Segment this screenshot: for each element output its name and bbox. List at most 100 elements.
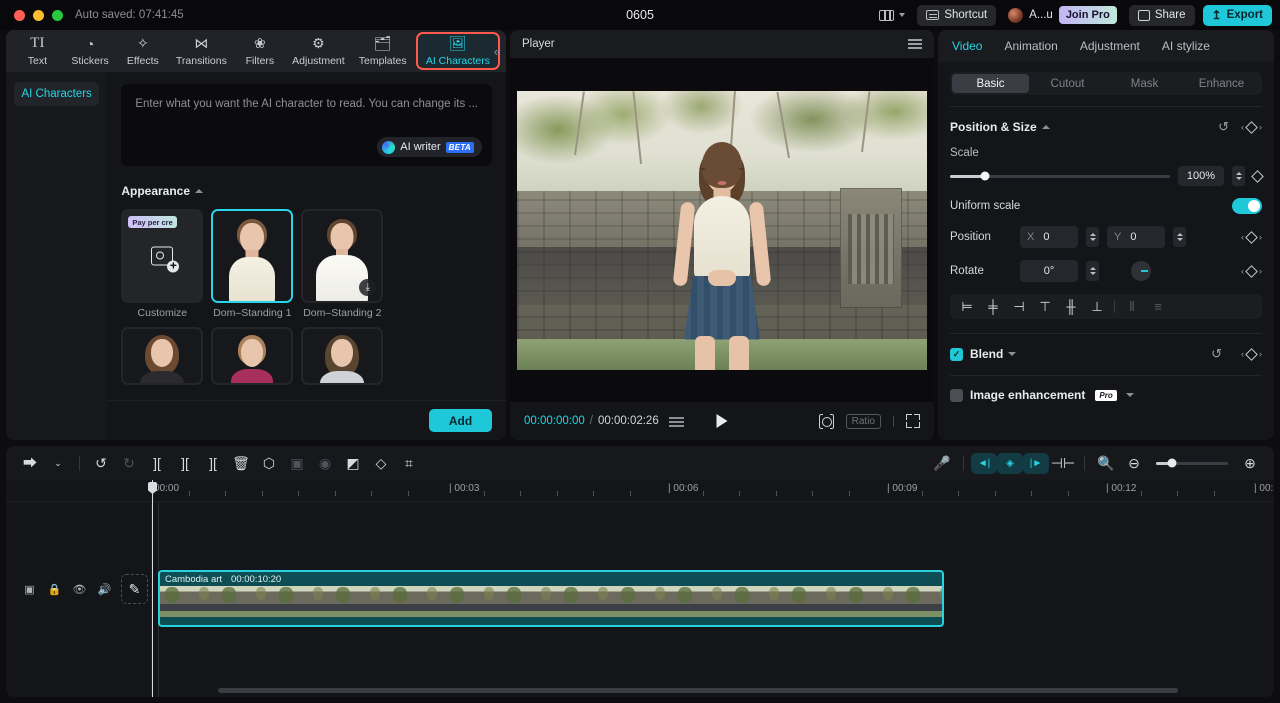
marker-icon[interactable]: ⬡ xyxy=(255,451,283,475)
add-keyframe-icon[interactable]: ◈ xyxy=(997,453,1023,474)
horizontal-scrollbar[interactable] xyxy=(158,688,1254,693)
tab-text[interactable]: TI Text xyxy=(12,32,63,70)
character-card-customize[interactable]: Pay per cre Customize xyxy=(121,209,203,319)
voiceover-mic-icon[interactable]: 🎤 xyxy=(928,451,956,475)
ai-writer-button[interactable]: AI writer BETA xyxy=(377,137,482,157)
volume-icon[interactable]: 🔊 xyxy=(97,582,112,597)
character-thumb[interactable] xyxy=(121,327,203,385)
snapshot-icon[interactable] xyxy=(819,414,834,429)
blend-keyframe[interactable]: ‹› xyxy=(1241,349,1262,359)
character-thumb[interactable] xyxy=(301,327,383,385)
character-card-standing-2[interactable]: ⤓ Dom–Standing 2 xyxy=(301,209,383,319)
freeze-frame-icon[interactable]: ▣ xyxy=(283,451,311,475)
uniform-scale-toggle[interactable] xyxy=(1232,198,1262,214)
character-card-4[interactable] xyxy=(121,327,203,385)
split-clip-icon[interactable]: ⊣⊢ xyxy=(1049,451,1077,475)
prev-keyframe-icon[interactable]: ◄| xyxy=(971,453,997,474)
scale-stepper[interactable] xyxy=(1232,166,1245,186)
sidebar-item-ai-characters[interactable]: AI Characters xyxy=(14,82,99,106)
tab-effects[interactable]: ✧ Effects xyxy=(117,32,168,70)
align-middle-v-icon[interactable]: ╫ xyxy=(1058,296,1084,317)
close-window-button[interactable] xyxy=(14,10,25,21)
image-enhancement-title-wrap[interactable]: Image enhancement Pro xyxy=(970,388,1134,402)
trim-right-icon[interactable]: ][ xyxy=(199,451,227,475)
zoom-to-fit-icon[interactable]: 🔍 xyxy=(1092,451,1120,475)
subtab-mask[interactable]: Mask xyxy=(1106,74,1183,93)
lock-icon[interactable]: 🔒 xyxy=(47,582,62,597)
delete-icon[interactable]: 🗑 xyxy=(227,451,255,475)
align-center-h-icon[interactable]: ╪ xyxy=(980,296,1006,317)
undo-icon[interactable]: ↺ xyxy=(87,451,115,475)
rotate-field[interactable]: 0° xyxy=(1020,260,1078,282)
character-card-standing-1[interactable]: Dom–Standing 1 xyxy=(211,209,293,319)
shortcut-button[interactable]: Shortcut xyxy=(917,5,996,26)
collapse-panel-icon[interactable]: « xyxy=(494,44,501,59)
subtab-enhance[interactable]: Enhance xyxy=(1183,74,1260,93)
ratio-button[interactable]: Ratio xyxy=(846,414,881,429)
align-top-icon[interactable]: ⊤ xyxy=(1032,296,1058,317)
blend-title-wrap[interactable]: Blend xyxy=(970,347,1016,361)
blend-checkbox[interactable]: ✓ xyxy=(950,348,963,361)
position-keyframe[interactable]: ‹› xyxy=(1241,232,1262,242)
add-button[interactable]: Add xyxy=(429,409,492,432)
align-right-icon[interactable]: ⊣ xyxy=(1006,296,1032,317)
rotate-keyframe[interactable]: ‹› xyxy=(1241,266,1262,276)
rotate-icon[interactable]: ◇ xyxy=(367,451,395,475)
split-icon[interactable]: ][ xyxy=(143,451,171,475)
position-size-title-wrap[interactable]: Position & Size xyxy=(950,120,1050,134)
redo-icon[interactable]: ↻ xyxy=(115,451,143,475)
subtab-cutout[interactable]: Cutout xyxy=(1029,74,1106,93)
position-y-stepper[interactable] xyxy=(1173,227,1186,247)
tab-stickers[interactable]: ◔ Stickers xyxy=(65,32,116,70)
next-keyframe-icon[interactable]: |► xyxy=(1023,453,1049,474)
position-y-field[interactable]: Y 0 xyxy=(1107,226,1165,248)
align-left-icon[interactable]: ⊨ xyxy=(954,296,980,317)
share-button[interactable]: Share xyxy=(1129,5,1195,26)
scale-slider[interactable] xyxy=(950,175,1170,178)
tab-video[interactable]: Video xyxy=(952,39,982,53)
minimize-window-button[interactable] xyxy=(33,10,44,21)
distribute-v-icon[interactable]: ≡ xyxy=(1145,296,1171,317)
join-pro-badge[interactable]: Join Pro xyxy=(1059,6,1117,24)
select-dropdown-icon[interactable]: ⌄ xyxy=(44,451,72,475)
playhead[interactable] xyxy=(152,480,153,697)
reset-icon[interactable]: ↺ xyxy=(1218,119,1229,135)
play-icon[interactable] xyxy=(717,414,728,428)
keyframe-control[interactable]: ‹› xyxy=(1241,122,1262,132)
select-tool-icon[interactable]: ⮕ xyxy=(16,451,44,475)
zoom-in-icon[interactable]: ⊕ xyxy=(1236,451,1264,475)
tab-templates[interactable]: 🗂 Templates xyxy=(352,32,414,70)
hamburger-icon[interactable] xyxy=(908,39,922,49)
zoom-slider[interactable] xyxy=(1156,462,1228,465)
character-thumb[interactable] xyxy=(211,327,293,385)
trim-left-icon[interactable]: ][ xyxy=(171,451,199,475)
fullscreen-icon[interactable] xyxy=(906,414,920,428)
tab-ai-stylize[interactable]: AI stylize xyxy=(1162,39,1210,53)
video-preview[interactable] xyxy=(517,91,927,370)
account-button[interactable]: A...u Join Pro xyxy=(1004,5,1121,26)
timeline-clip[interactable]: Cambodia art 00:00:10:20 xyxy=(158,570,944,627)
character-thumb[interactable]: ⤓ xyxy=(301,209,383,303)
position-x-field[interactable]: X 0 xyxy=(1020,226,1078,248)
character-card-6[interactable] xyxy=(301,327,383,385)
pencil-icon[interactable]: ✎ xyxy=(121,574,148,604)
position-x-stepper[interactable] xyxy=(1086,227,1099,247)
window-controls[interactable]: Auto saved: 07:41:45 xyxy=(0,9,184,21)
subtab-basic[interactable]: Basic xyxy=(952,74,1029,93)
character-thumb[interactable] xyxy=(211,209,293,303)
distribute-h-icon[interactable]: ⦀ xyxy=(1119,296,1145,317)
script-input-box[interactable]: Enter what you want the AI character to … xyxy=(121,84,492,166)
eye-icon[interactable]: 👁 xyxy=(72,582,87,597)
appearance-section-header[interactable]: Appearance xyxy=(121,184,492,198)
rotate-dial[interactable] xyxy=(1131,261,1151,281)
maximize-window-button[interactable] xyxy=(52,10,63,21)
tab-animation[interactable]: Animation xyxy=(1004,39,1057,53)
align-bottom-icon[interactable]: ⊥ xyxy=(1084,296,1110,317)
tab-adjustment[interactable]: Adjustment xyxy=(1080,39,1140,53)
scale-keyframe[interactable] xyxy=(1253,172,1262,181)
reset-icon[interactable]: ↺ xyxy=(1211,346,1222,362)
timeline-ruler[interactable]: 00:00 | 00:03 | 00:06 | 00:09 | 00:12 | … xyxy=(6,480,1274,502)
tab-transitions[interactable]: ⋈ Transitions xyxy=(170,32,232,70)
scale-value[interactable]: 100% xyxy=(1178,166,1224,186)
preview-render-icon[interactable]: ◉ xyxy=(311,451,339,475)
